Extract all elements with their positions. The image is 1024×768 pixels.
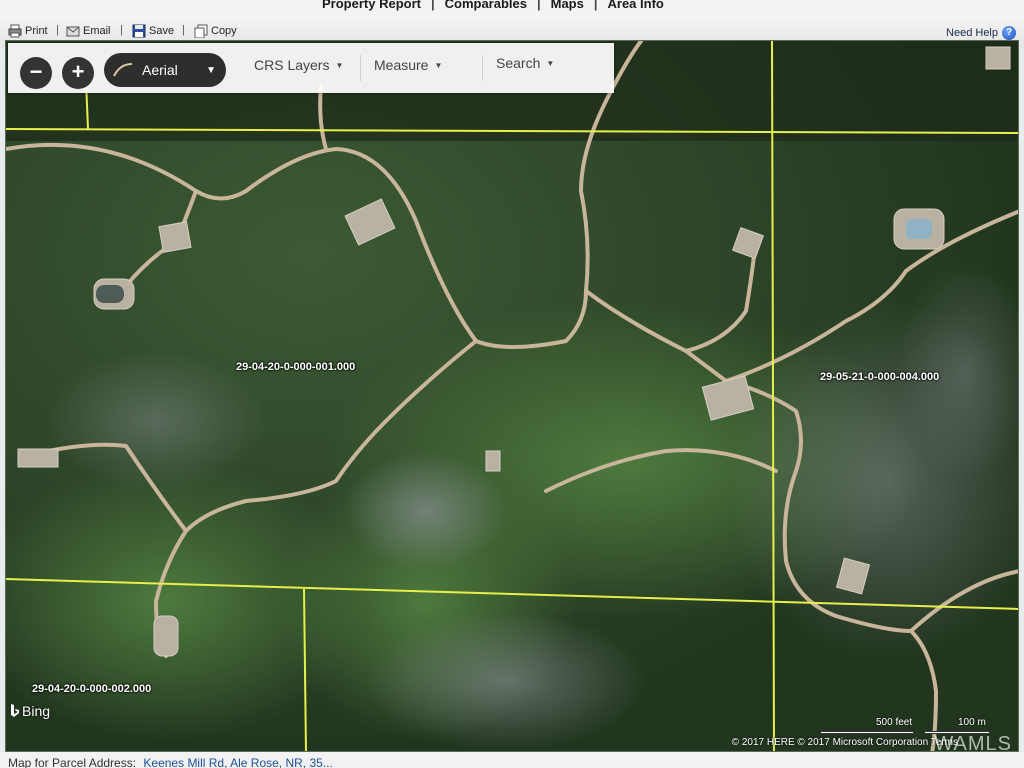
toolbar-divider	[360, 55, 361, 81]
parcel-label[interactable]: 29-04-20-0-000-002.000	[32, 683, 151, 695]
save-button[interactable]: Save	[132, 24, 174, 38]
need-help-link[interactable]: Need Help ?	[946, 26, 1016, 40]
watermark: WAMLS	[934, 733, 1012, 752]
floppy-disk-icon	[132, 24, 146, 38]
bing-label: Bing	[22, 703, 51, 719]
parcel-address-footer: Map for Parcel Address: Keenes Mill Rd, …	[0, 752, 1024, 768]
parcel-address-link[interactable]: Keenes Mill Rd, Ale Rose, NR, 35...	[143, 756, 332, 768]
parcel-label[interactable]: 29-05-21-0-000-004.000	[820, 371, 939, 383]
scale-feet-bar	[820, 731, 914, 734]
zoom-out-button[interactable]: −	[20, 57, 52, 89]
copy-icon	[194, 24, 208, 38]
top-navigation: Property Report | Comparables | Maps | A…	[0, 0, 1024, 14]
email-label: Email	[83, 25, 111, 37]
nav-maps[interactable]: Maps	[551, 0, 584, 11]
printer-icon	[8, 24, 22, 38]
action-separator: |	[56, 24, 59, 36]
top-nav-items: Property Report | Comparables | Maps | A…	[322, 0, 664, 11]
search-label: Search	[496, 55, 541, 71]
footer-label: Map for Parcel Address:	[8, 756, 137, 768]
chevron-down-icon: ▼	[206, 64, 216, 76]
nav-separator: |	[536, 0, 541, 11]
print-button[interactable]: Print	[8, 24, 48, 38]
nav-separator: |	[430, 0, 435, 11]
basemap-selected-label: Aerial	[142, 62, 178, 78]
pond	[96, 285, 124, 303]
parcel-label[interactable]: 29-04-20-0-000-001.000	[236, 361, 355, 373]
print-label: Print	[25, 25, 48, 37]
nav-area-info[interactable]: Area Info	[608, 0, 664, 11]
basemap-dropdown[interactable]: Aerial ▼	[104, 53, 226, 87]
map-copyright[interactable]: © 2017 HERE © 2017 Microsoft Corporation…	[732, 737, 958, 748]
email-button[interactable]: Email	[66, 24, 111, 38]
road-icon	[113, 63, 133, 77]
nav-comparables[interactable]: Comparables	[445, 0, 527, 11]
chevron-down-icon: ▼	[434, 60, 443, 70]
action-separator: |	[182, 24, 185, 36]
bing-logo: Bing	[10, 703, 50, 719]
scale-feet-label: 500 feet	[876, 717, 913, 728]
copy-label: Copy	[211, 25, 237, 37]
chevron-down-icon: ▼	[546, 58, 555, 68]
save-label: Save	[149, 25, 175, 37]
need-help-label: Need Help	[946, 27, 998, 39]
aerial-map[interactable]: − + Aerial ▼ CRS Layers ▼ Measure ▼ Sear…	[5, 40, 1019, 752]
bing-icon	[11, 704, 19, 717]
measure-label: Measure	[374, 57, 429, 73]
action-separator: |	[120, 24, 123, 36]
pool	[906, 219, 932, 239]
toolbar-divider	[482, 55, 483, 81]
nav-property-report[interactable]: Property Report	[322, 0, 421, 11]
scale-meters-label: 100 m	[958, 717, 986, 728]
search-dropdown[interactable]: Search ▼	[496, 55, 554, 71]
zoom-in-button[interactable]: +	[62, 57, 94, 89]
measure-dropdown[interactable]: Measure ▼	[374, 57, 442, 73]
map-toolbar: − + Aerial ▼ CRS Layers ▼ Measure ▼ Sear…	[8, 43, 614, 93]
crs-layers-dropdown[interactable]: CRS Layers ▼	[254, 57, 343, 73]
crs-layers-label: CRS Layers	[254, 57, 330, 73]
envelope-icon	[66, 26, 80, 37]
nav-separator: |	[593, 0, 598, 11]
copy-button[interactable]: Copy	[194, 24, 237, 38]
chevron-down-icon: ▼	[335, 60, 344, 70]
aerial-imagery	[6, 41, 1018, 751]
help-icon: ?	[1002, 26, 1016, 40]
